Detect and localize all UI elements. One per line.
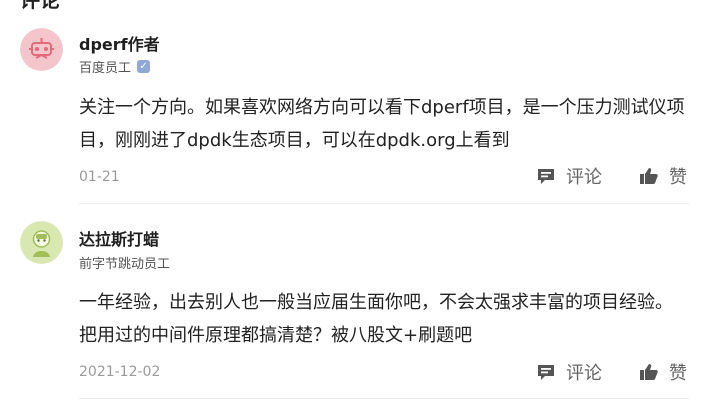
robot-avatar-icon [20,28,63,71]
avatar[interactable] [20,221,63,264]
comment-text: 关注一个方向。如果喜欢网络方向可以看下dperf项目，是一个压力测试仪项目，刚刚… [79,97,685,151]
comment-button[interactable]: 评论 [536,359,602,385]
author-role-label: 百度员工 [79,61,132,76]
like-button[interactable]: 赞 [639,359,687,385]
thumbs-up-icon [640,364,658,380]
author-role: 前字节跳动员工 [79,253,170,272]
character-avatar-icon [20,221,63,264]
like-button-label: 赞 [669,167,687,188]
thumbs-up-icon [640,168,658,184]
avatar[interactable] [20,28,63,71]
speech-bubble-icon [538,169,554,184]
divider [79,398,689,399]
author-role-label: 前字节跳动员工 [79,257,171,272]
comment-author[interactable]: dperf作者 [79,31,160,55]
comment-text: 一年经验，出去别人也一般当应届生面你吧，不会太强求丰富的项目经验。把用过的中间件… [79,292,673,346]
section-title: 评论 [20,0,60,12]
comment-button-label: 评论 [566,363,602,384]
comment-date: 2021-12-02 [79,364,161,380]
verified-icon: ✓ [137,60,151,73]
comment-author[interactable]: 达拉斯打蜡 [79,226,159,250]
comment-date: 01-21 [79,169,120,185]
like-button[interactable]: 赞 [639,163,687,189]
divider [79,203,689,204]
like-button-label: 赞 [669,363,687,384]
speech-bubble-icon [538,365,554,380]
author-role: 百度员工 ✓ [79,57,151,76]
comment-button[interactable]: 评论 [536,163,602,189]
comment-button-label: 评论 [566,167,602,188]
